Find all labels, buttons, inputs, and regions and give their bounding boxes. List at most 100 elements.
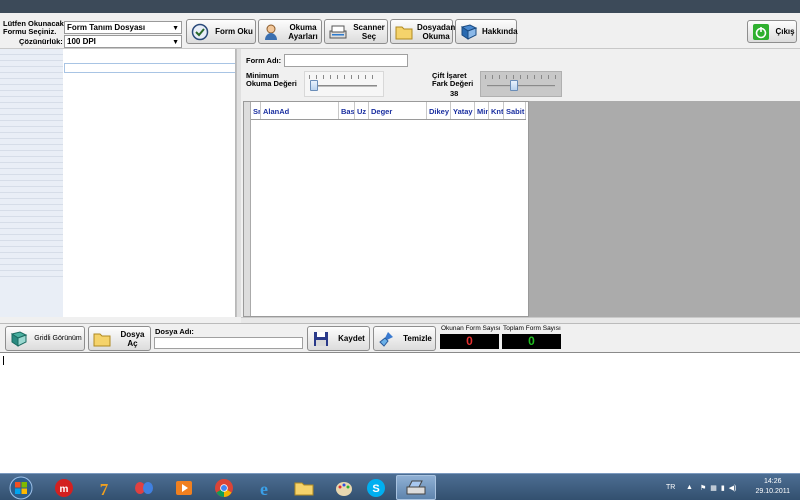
hakkinda-button[interactable]: Hakkında — [455, 19, 518, 44]
min-read-slider[interactable] — [304, 71, 384, 97]
chrome-icon — [215, 478, 233, 497]
form-tree-panel[interactable] — [0, 49, 236, 317]
paint-icon — [336, 481, 352, 496]
skype-icon: S — [367, 478, 385, 497]
grid-column-header[interactable]: Yatay — [451, 102, 475, 119]
taskbar-app-3[interactable] — [126, 475, 162, 500]
taskbar-app-4[interactable] — [166, 475, 202, 500]
okuma-ayarlari-label: Okuma Ayarları — [285, 23, 321, 41]
tray-icons: ⚑ ▦ ▮ ◀) — [700, 474, 736, 500]
okuma-ayarlari-button[interactable]: Okuma Ayarları — [258, 19, 322, 44]
min-read-slider-thumb[interactable] — [310, 80, 319, 91]
taskbar-paint[interactable] — [326, 475, 362, 500]
slider-ticks — [309, 75, 379, 79]
slider-track — [311, 85, 377, 87]
taskbar-chrome[interactable] — [206, 475, 242, 500]
exit-button[interactable]: Çıkış — [747, 20, 797, 43]
resolution-value: 100 DPI — [67, 37, 96, 46]
bottom-toolbar: Gridli Görünüm Dosya Aç Dosya Adı: Kayde… — [0, 323, 800, 352]
tree-row-header-column — [0, 49, 63, 317]
grid-column-header[interactable]: Min — [475, 102, 489, 119]
read-form-icon — [190, 22, 210, 42]
svg-text:S: S — [372, 483, 379, 495]
taskbar-ie[interactable]: e — [246, 475, 282, 500]
taskbar-explorer[interactable] — [286, 475, 322, 500]
clock-date: 29.10.2011 — [755, 488, 790, 495]
scanner-sec-label: Scanner Seç — [351, 23, 387, 41]
dosya-ac-button[interactable]: Dosya Aç — [88, 326, 151, 351]
grid-view-icon — [9, 329, 29, 349]
grid-column-header[interactable]: Deger — [369, 102, 427, 119]
form-select-label-line2: Formu Seçiniz. — [3, 27, 57, 36]
volume-icon[interactable]: ◀) — [729, 484, 737, 492]
internet-explorer-icon: e — [260, 479, 268, 498]
tray-show-hidden[interactable]: ▲ — [686, 474, 693, 500]
battery-icon[interactable]: ▮ — [721, 484, 725, 492]
flag-icon[interactable]: ⚑ — [700, 484, 706, 492]
media-player-icon — [176, 480, 192, 495]
resolution-label: Çözünürlük: — [19, 37, 63, 46]
form-settings-panel: Form Adı: Minimum Okuma Değeri Çift İşar… — [241, 49, 800, 317]
dosyadan-okuma-label: Dosyadan Okuma — [417, 23, 455, 41]
butterfly-app-icon — [135, 481, 153, 494]
tray-language[interactable]: TR — [666, 474, 675, 500]
fields-grid[interactable]: Sr AlanAd Bas Uz Deger Dikey Yatay Min Knt Sabit — [243, 101, 529, 317]
kaydet-label: Kaydet — [338, 334, 365, 343]
svg-text:m: m — [60, 484, 69, 495]
tree-selected-row[interactable] — [64, 63, 235, 73]
temizle-button[interactable]: Temizle — [373, 326, 436, 351]
exit-label: Çıkış — [775, 27, 795, 36]
red-circle-app-icon: m — [55, 478, 73, 497]
scanner-sec-button[interactable]: Scanner Seç — [324, 19, 388, 44]
tray-clock[interactable]: 14:26 29.10.2011 — [755, 477, 790, 497]
resolution-dropdown[interactable]: 100 DPI ▼ — [64, 35, 182, 48]
network-icon[interactable]: ▦ — [710, 484, 717, 492]
file-name-input[interactable] — [154, 337, 303, 349]
user-settings-icon — [262, 22, 282, 42]
grid-column-header[interactable]: Bas — [339, 102, 355, 119]
dosya-ac-label: Dosya Aç — [120, 329, 145, 348]
folder-icon — [294, 482, 314, 495]
grid-column-header[interactable]: Knt — [489, 102, 504, 119]
gridli-gorunum-button[interactable]: Gridli Görünüm — [5, 326, 85, 351]
dosyadan-okuma-button[interactable]: Dosyadan Okuma — [390, 19, 455, 44]
grid-column-header[interactable]: AlanAd — [261, 102, 339, 119]
gridli-gorunum-label: Gridli Görünüm — [34, 335, 82, 342]
window-top-strip — [0, 0, 800, 13]
file-name-label: Dosya Adı: — [155, 327, 194, 336]
scanner-app-icon — [406, 480, 426, 494]
double-mark-slider[interactable] — [480, 71, 562, 97]
okuma-ayarlari-line2: Ayarları — [288, 31, 318, 41]
double-mark-slider-thumb[interactable] — [510, 80, 519, 91]
chevron-down-icon: ▼ — [172, 25, 179, 32]
form-type-value: Form Tanım Dosyası — [67, 23, 146, 32]
book-icon — [459, 22, 479, 42]
save-icon — [311, 329, 331, 349]
dosyadan-okuma-line1: Dosyadan — [417, 22, 456, 32]
grid-column-header[interactable]: Dikey — [427, 102, 451, 119]
taskbar-skype[interactable]: S — [358, 475, 394, 500]
text-caret — [3, 356, 4, 365]
windows-taskbar: m 7 e S TR ▲ ⚑ ▦ ▮ ◀) 14:26 29.10.2011 — [0, 473, 800, 500]
output-textarea[interactable] — [0, 352, 800, 473]
svg-text:e: e — [260, 479, 268, 498]
grid-column-header[interactable]: Uz — [355, 102, 369, 119]
scanner-sec-line1: Scanner — [353, 22, 385, 32]
form-select-label: Lütfen Okunacak Formu Seçiniz. — [3, 20, 64, 36]
grid-column-header[interactable]: Sabit — [504, 102, 526, 119]
windows-logo-icon — [9, 476, 33, 499]
slider-ticks — [485, 75, 557, 79]
grid-column-header[interactable]: Sr — [251, 102, 261, 119]
taskbar-app-1[interactable]: m — [46, 475, 82, 500]
taskbar-active-app[interactable] — [396, 475, 436, 500]
form-oku-label: Form Oku — [215, 27, 253, 36]
form-name-input[interactable] — [284, 54, 408, 67]
start-button[interactable] — [2, 475, 40, 500]
taskbar-app-2[interactable]: 7 — [86, 475, 122, 500]
min-read-label: Minimum Okuma Değeri — [246, 72, 297, 88]
form-type-dropdown[interactable]: Form Tanım Dosyası ▼ — [64, 21, 182, 34]
power-icon — [751, 22, 771, 42]
dosyadan-okuma-line2: Okuma — [422, 31, 450, 41]
kaydet-button[interactable]: Kaydet — [307, 326, 370, 351]
form-oku-button[interactable]: Form Oku — [186, 19, 256, 44]
